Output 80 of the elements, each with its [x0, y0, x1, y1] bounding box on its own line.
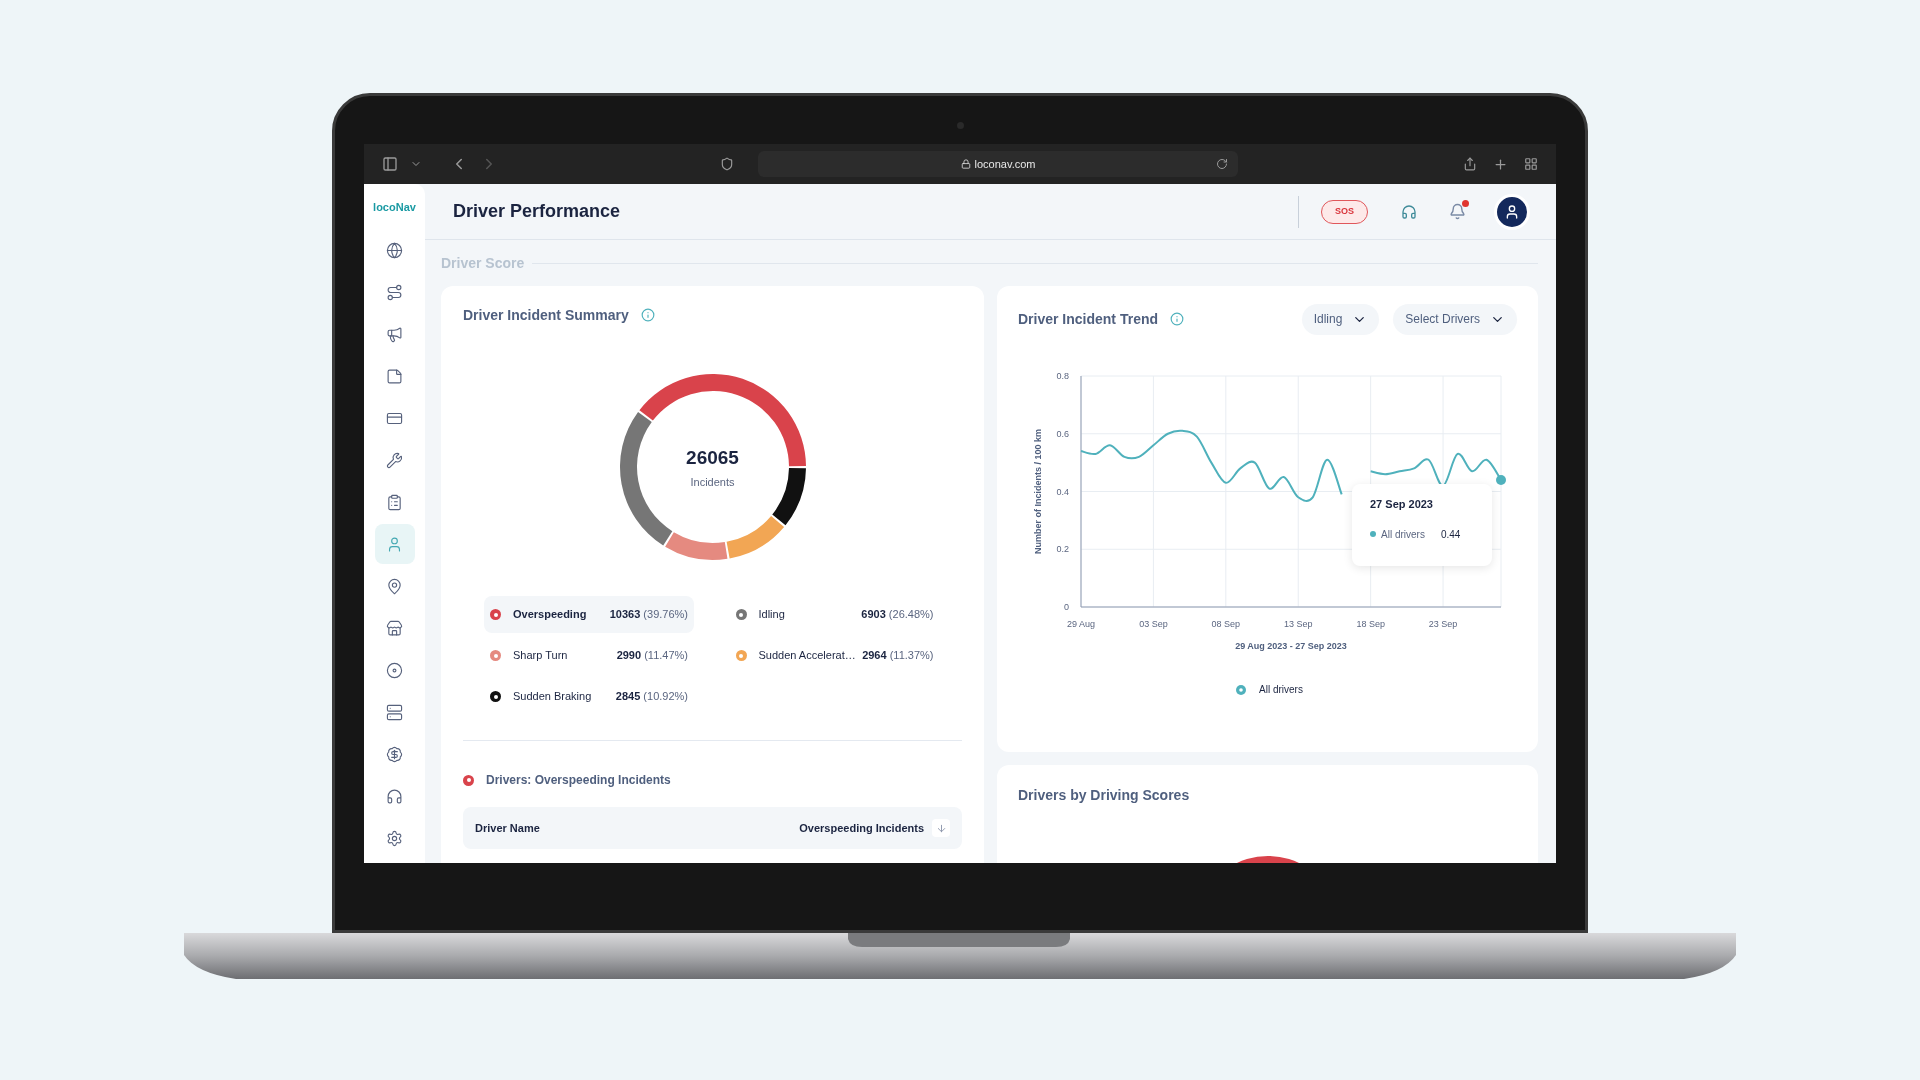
legend-item[interactable]: Sudden Braking 2845 (10.92%) — [484, 678, 694, 715]
legend-value: 10363 (39.76%) — [609, 607, 688, 623]
settings-icon — [386, 829, 403, 847]
filter-dropdown[interactable]: Idling — [1301, 303, 1380, 335]
x-axis-title: 29 Aug 2023 - 27 Sep 2023 — [1235, 641, 1347, 651]
user-icon — [386, 535, 403, 553]
axis-tick-label: 08 Sep — [1211, 619, 1241, 629]
legend-value: 2845 (10.92%) — [615, 689, 688, 705]
legend-label: Idling — [758, 607, 785, 623]
tooltip-value: 0.44 — [1440, 527, 1461, 542]
axis-tick-label: 0 — [1064, 602, 1069, 612]
address-bar[interactable]: loconav.com — [758, 151, 1238, 177]
axis-tick-label: 18 Sep — [1356, 619, 1385, 629]
lock-icon — [960, 159, 971, 169]
axis-tick-label: 13 Sep — [1284, 619, 1313, 629]
share-icon[interactable] — [1463, 157, 1477, 171]
column-header[interactable]: Overspeeding Incidents — [799, 819, 924, 837]
legend-item[interactable]: Idling 6903 (26.48%) — [729, 596, 940, 633]
legend-label: Sudden Accelerat… — [758, 648, 856, 664]
donut-slice[interactable] — [771, 468, 806, 526]
total-count: 26065 — [686, 445, 739, 470]
wrench-icon — [386, 451, 403, 469]
user-icon — [1504, 203, 1520, 220]
avatar[interactable] — [1494, 193, 1530, 230]
arrow-down-icon — [935, 822, 947, 834]
axis-tick-label: 0.4 — [1056, 486, 1069, 497]
card-title: Driver Incident Summary — [463, 305, 629, 325]
sos-button[interactable]: SOS — [1321, 199, 1368, 224]
column-header[interactable]: Driver Name — [475, 819, 540, 837]
shield-icon[interactable] — [720, 157, 734, 171]
bell-icon — [1449, 203, 1466, 220]
total-label: Incidents — [690, 475, 735, 490]
legend-label: Sudden Braking — [513, 689, 592, 705]
legend-marker — [1236, 685, 1246, 695]
axis-tick-label: 29 Aug — [1067, 619, 1095, 629]
megaphone-icon — [386, 325, 403, 343]
info-icon[interactable] — [640, 308, 655, 322]
legend-label: Overspeeding — [513, 607, 587, 623]
legend-item[interactable]: Overspeeding 10363 (39.76%) — [484, 596, 694, 633]
axis-tick-label: 0.2 — [1056, 544, 1069, 555]
route-icon — [386, 283, 403, 301]
legend-item[interactable]: Sudden Accelerat… 2964 (11.37%) — [729, 637, 940, 674]
legend-label: Sharp Turn — [513, 648, 568, 664]
tooltip-title: 27 Sep 2023 — [1370, 497, 1434, 512]
globe-icon — [386, 241, 403, 259]
card-title: Drivers by Driving Scores — [1018, 786, 1191, 805]
legend-value: 2964 (11.37%) — [862, 648, 934, 664]
section-heading: Drivers: Overspeeding Incidents — [486, 772, 671, 789]
axis-tick-label: 23 Sep — [1428, 619, 1458, 629]
tooltip-label: All drivers — [1381, 527, 1425, 542]
clipboard-icon — [386, 493, 403, 511]
legend-label: All drivers — [1259, 684, 1303, 695]
info-icon[interactable] — [1170, 312, 1185, 326]
url-text: loconav.com — [974, 156, 1036, 172]
page-title: Driver Performance — [453, 200, 621, 223]
store-icon — [386, 619, 403, 637]
card-title: Driver Incident Trend — [1018, 309, 1159, 329]
legend-value: 6903 (26.48%) — [861, 607, 934, 623]
legend-value: 2990 (11.47%) — [616, 648, 688, 664]
sort-button[interactable] — [932, 819, 950, 837]
axis-tick-label: 03 Sep — [1139, 619, 1168, 629]
axis-tick-label: 0.8 — [1056, 371, 1069, 381]
section-title: Driver Score — [441, 253, 525, 273]
sidebar-toggle-icon[interactable] — [382, 156, 398, 172]
axis-tick-label: 0.6 — [1056, 428, 1069, 439]
notification-button[interactable] — [1449, 203, 1466, 220]
y-axis-title: Number of Incidents / 100 km — [1033, 429, 1043, 554]
note-icon — [386, 367, 403, 385]
headset-icon[interactable] — [1401, 203, 1417, 220]
dollar-badge-icon — [386, 745, 403, 763]
map-pin-icon — [386, 577, 403, 595]
legend-item[interactable]: Sharp Turn 2990 (11.47%) — [484, 637, 694, 674]
filter-dropdown[interactable]: Select Drivers — [1393, 303, 1517, 335]
new-tab-icon[interactable] — [1493, 156, 1508, 172]
reload-icon[interactable] — [1216, 158, 1228, 170]
disc-icon — [386, 661, 403, 679]
server-icon — [386, 703, 403, 721]
tab-overview-icon[interactable] — [1524, 157, 1538, 171]
headset-icon — [386, 787, 403, 805]
data-point-marker[interactable] — [1496, 474, 1506, 485]
